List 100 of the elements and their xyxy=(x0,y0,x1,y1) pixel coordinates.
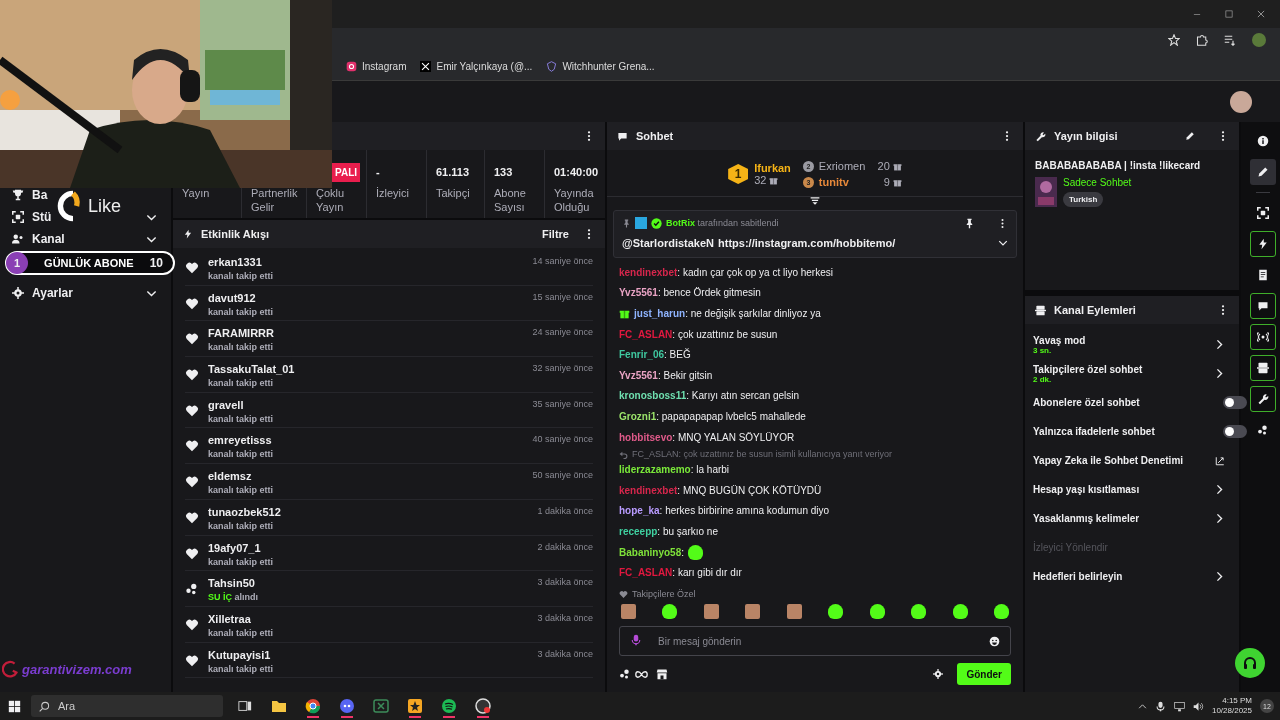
bookmark[interactable]: Emir Yalçınkaya (@... xyxy=(420,60,533,72)
event-text: kanalı takip etti xyxy=(208,485,275,496)
username[interactable]: tunaozbek512 xyxy=(208,505,529,518)
chat-message: Grozni1: papapapapap lvbelc5 mahallede xyxy=(619,410,806,422)
bookmark[interactable]: Witchhunter Grena... xyxy=(546,60,655,72)
emote-icon[interactable] xyxy=(662,604,678,619)
username[interactable]: Xilletraa xyxy=(208,612,529,625)
edit-button[interactable] xyxy=(1185,131,1195,141)
maximize-icon xyxy=(1224,9,1234,19)
event-time: 2 dakika önce xyxy=(537,541,593,552)
chat-message: Yvz5561: bence Ördek gitmesin xyxy=(619,287,761,299)
chat-message: hobbitsevo: MNQ YALAN SÖYLÜYOR xyxy=(619,431,795,443)
pencil-icon xyxy=(1185,131,1195,141)
panel-title: Kanal Eylemleri xyxy=(1054,304,1137,316)
emoji-icon xyxy=(989,635,1000,647)
tag[interactable]: Turkish xyxy=(1063,192,1104,207)
chat-message: hope_ka: herkes birbirine amına kodumun diyo xyxy=(619,505,830,517)
speaker-icon xyxy=(1192,700,1204,712)
user-avatar[interactable] xyxy=(1230,90,1252,113)
username[interactable]: Kutupayisi1 xyxy=(208,648,529,661)
external-link-icon xyxy=(1215,455,1225,466)
emote-icon[interactable] xyxy=(703,604,719,619)
dots-icon xyxy=(185,582,199,597)
layout-icon xyxy=(1035,304,1046,316)
settings-button[interactable] xyxy=(933,669,944,679)
gift-icon xyxy=(892,161,902,171)
action-item[interactable]: Yasaklanmış kelimeler xyxy=(1025,504,1239,533)
action-item[interactable]: Hesap yaşı kısıtlaması xyxy=(1025,475,1239,504)
emote-icon[interactable] xyxy=(952,604,968,619)
profile-avatar[interactable] xyxy=(1252,33,1266,47)
username[interactable]: erkan1331 xyxy=(208,256,524,268)
pinned-by: BotRix tarafından sabitlendi xyxy=(666,218,779,228)
username[interactable]: emreyetisss xyxy=(208,434,524,447)
pencil-icon xyxy=(1257,166,1269,178)
unpin-button[interactable] xyxy=(964,217,975,229)
panel-toggle-button[interactable] xyxy=(1250,324,1276,350)
leader-name[interactable]: tunitv xyxy=(818,176,869,188)
emote-icon[interactable] xyxy=(993,604,1009,619)
stat-value: 61.113 xyxy=(436,166,470,178)
stat-label: Abone Sayısı xyxy=(494,186,527,214)
panel-toggle-button[interactable] xyxy=(1250,355,1276,381)
panel-toggle-button[interactable] xyxy=(1250,293,1276,319)
edit-button[interactable] xyxy=(1250,159,1276,185)
action-item[interactable]: Yavaş mod 3 sn. xyxy=(1025,330,1239,359)
leader-name[interactable]: Ifurkan xyxy=(754,162,791,174)
message-input[interactable]: Bir mesaj gönderin xyxy=(656,634,975,648)
send-button[interactable]: Gönder xyxy=(957,663,1011,685)
link[interactable]: https://instagram.com/hobbitemo/ xyxy=(718,237,896,249)
goal-count: 10 xyxy=(149,256,163,270)
chevron-right-icon xyxy=(1214,513,1225,524)
emote-icon[interactable] xyxy=(745,604,761,619)
heart-icon xyxy=(185,261,199,275)
action-item[interactable]: Takipçilere özel sohbet 2 dk. xyxy=(1025,359,1239,388)
username[interactable]: 19afy07_1 xyxy=(208,541,529,554)
event-text: kanalı takip etti xyxy=(208,663,275,674)
event-time: 14 saniye önce xyxy=(532,256,593,266)
trophy-icon xyxy=(12,189,24,201)
action-item[interactable]: Yapay Zeka ile Sohbet Denetimi xyxy=(1025,446,1239,475)
sidebar-item[interactable]: Ayarlar xyxy=(32,286,138,300)
filter-button[interactable]: Filtre xyxy=(536,227,575,241)
username[interactable]: eldemsz xyxy=(208,470,524,483)
emote-icon[interactable] xyxy=(786,604,802,619)
emote-icon[interactable] xyxy=(911,604,927,619)
toggle-switch[interactable] xyxy=(1223,396,1247,409)
panel-toggle-button[interactable] xyxy=(1250,386,1276,412)
expand-button[interactable] xyxy=(998,238,1008,248)
leader-name[interactable]: Exriomen xyxy=(818,160,869,172)
swirl-icon xyxy=(2,660,20,678)
store-button[interactable] xyxy=(656,668,668,680)
chat-message: receepp: bu şarkıo ne xyxy=(619,525,718,537)
network-icon xyxy=(1173,700,1185,712)
emote-icon[interactable] xyxy=(828,604,844,619)
emote-icon[interactable] xyxy=(869,604,885,619)
rewards-button[interactable] xyxy=(619,667,648,681)
username[interactable]: Tahsin50 xyxy=(208,577,529,590)
panel-title: Yayın bilgisi xyxy=(1054,130,1119,142)
layout-icon xyxy=(1257,362,1269,374)
category-link[interactable]: Sadece Sohbet xyxy=(1063,177,1132,188)
goal-label: GÜNLÜK ABONE xyxy=(43,257,135,269)
username[interactable]: gravell xyxy=(208,398,524,411)
username[interactable]: davut912 xyxy=(208,291,524,304)
message-field[interactable]: Bir mesaj gönderin xyxy=(619,626,1011,656)
mic-icon xyxy=(1154,700,1166,712)
bookmark[interactable]: Instagram xyxy=(346,60,407,72)
sidebar-item[interactable]: Kanal xyxy=(32,232,138,246)
username[interactable]: FARAMIRRR xyxy=(208,327,524,340)
panel-toggle-button[interactable] xyxy=(1250,231,1276,257)
pin-icon xyxy=(964,217,975,229)
event-time: 24 saniye önce xyxy=(532,327,593,338)
action-item[interactable]: Hedefleri belirleyin xyxy=(1025,562,1239,591)
chat-icon xyxy=(617,130,628,142)
chat-app-icon xyxy=(339,698,355,714)
chat-message: Yvz5561: Bekir gitsin xyxy=(619,369,713,381)
username[interactable]: TassakuTalat_01 xyxy=(208,363,524,376)
search-field[interactable]: Ara xyxy=(31,695,223,717)
pin-icon xyxy=(622,218,631,228)
heart-icon xyxy=(185,296,199,311)
wrench-icon xyxy=(1257,393,1269,405)
toggle-switch[interactable] xyxy=(1223,425,1247,438)
chat-message: FC_ASLAN: karı gibi dır dır xyxy=(619,567,742,579)
